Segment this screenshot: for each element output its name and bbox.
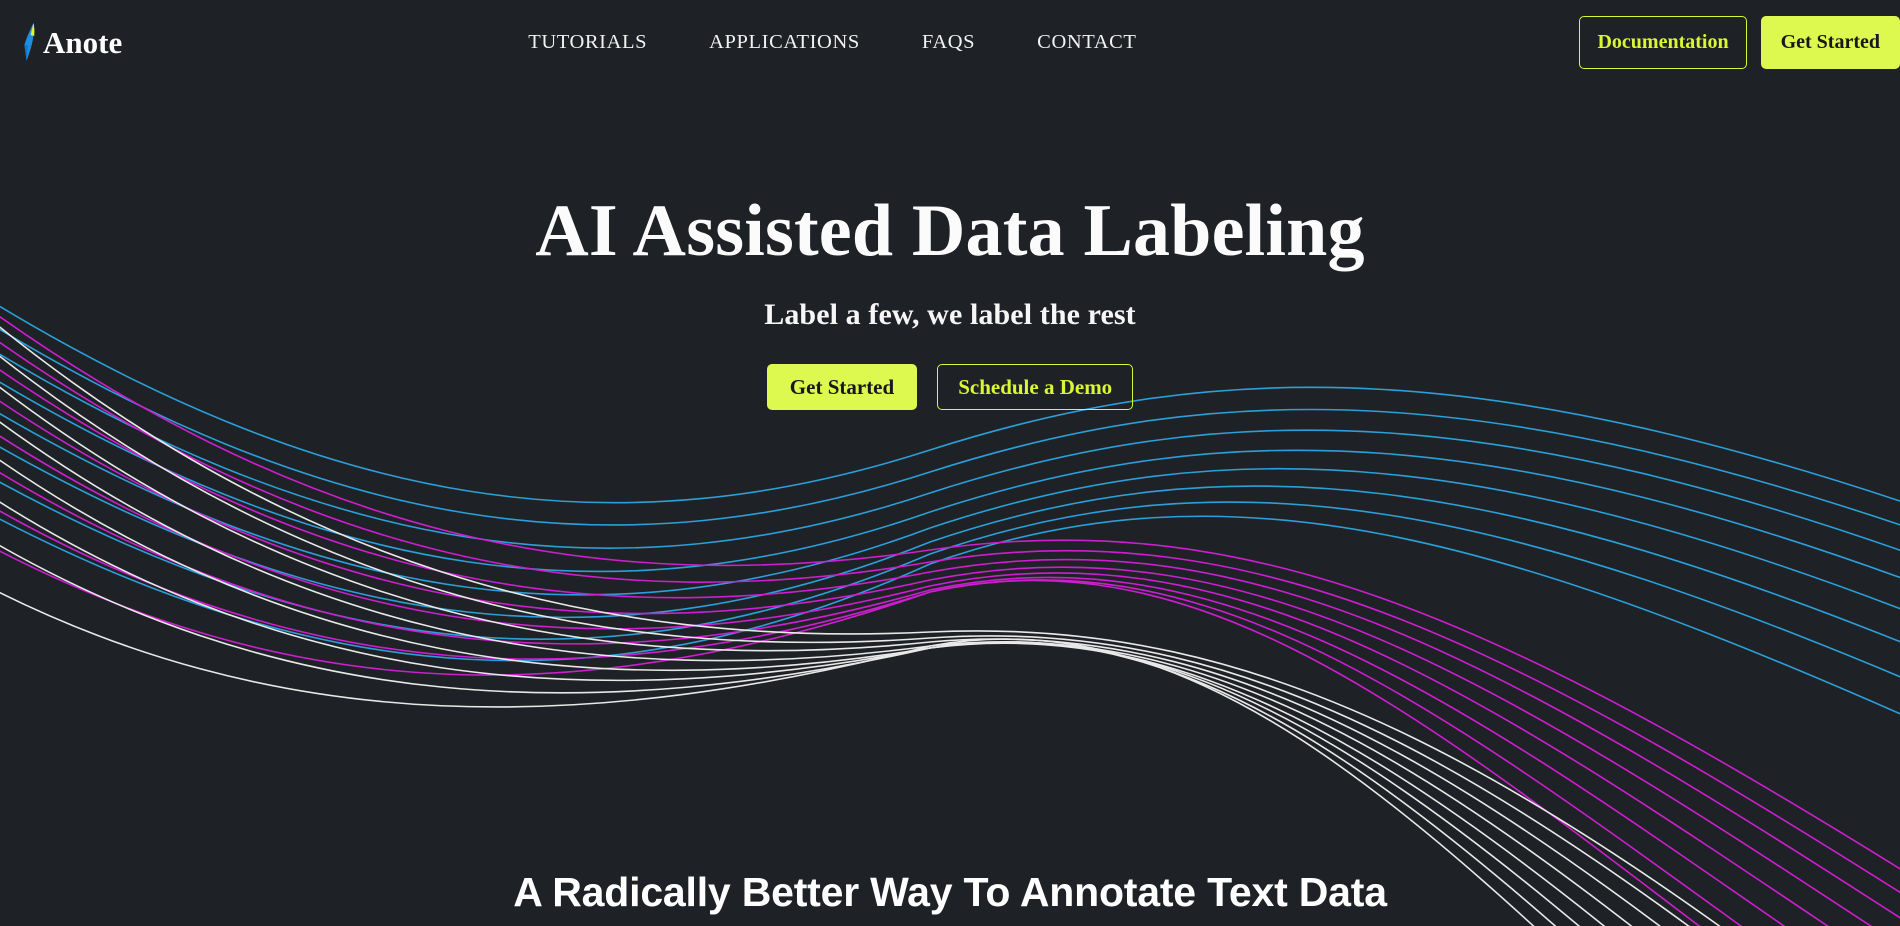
hero-subtitle: Label a few, we label the rest <box>764 298 1136 332</box>
section-heading-block: A Radically Better Way To Annotate Text … <box>0 869 1900 916</box>
hero-section: AI Assisted Data Labeling Label a few, w… <box>0 84 1900 411</box>
top-navigation-bar: Anote TUTORIALS APPLICATIONS FAQS CONTAC… <box>0 0 1900 84</box>
nav-link-applications[interactable]: APPLICATIONS <box>709 31 860 54</box>
nav-link-tutorials[interactable]: TUTORIALS <box>528 31 647 54</box>
hero-get-started-button[interactable]: Get Started <box>766 364 918 411</box>
nav-link-contact[interactable]: CONTACT <box>1037 31 1136 54</box>
nav-links-group: TUTORIALS APPLICATIONS FAQS CONTACT <box>528 31 1136 54</box>
nav-link-faqs[interactable]: FAQS <box>922 31 975 54</box>
navbar-get-started-button[interactable]: Get Started <box>1760 15 1900 69</box>
section-heading-text: A Radically Better Way To Annotate Text … <box>513 869 1387 915</box>
nav-actions-group: Documentation Get Started <box>1579 15 1900 69</box>
hero-cta-group: Get Started Schedule a Demo <box>0 364 1900 411</box>
pencil-rocket-icon <box>24 23 35 61</box>
hero-schedule-demo-button[interactable]: Schedule a Demo <box>937 364 1134 411</box>
brand-logo-link[interactable]: Anote <box>18 20 122 64</box>
hero-title: AI Assisted Data Labeling <box>535 190 1365 272</box>
documentation-button[interactable]: Documentation <box>1579 15 1747 69</box>
brand-name-text: Anote <box>43 24 123 60</box>
